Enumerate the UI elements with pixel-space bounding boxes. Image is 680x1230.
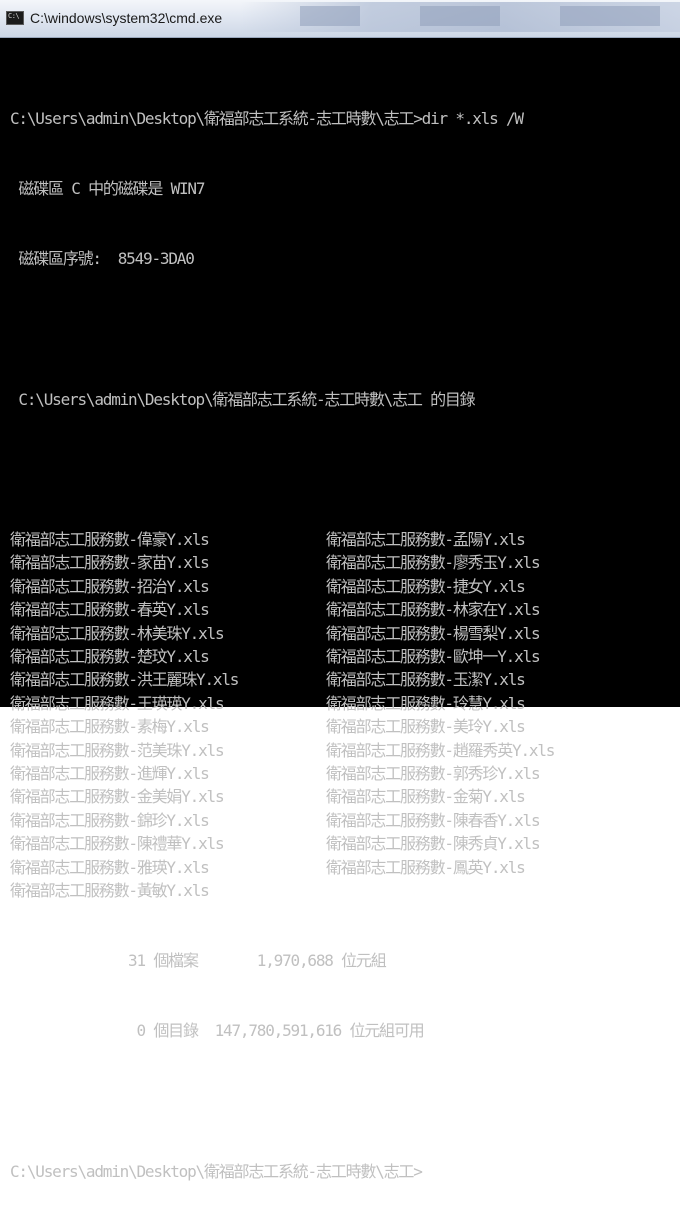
file-entry-right: 衛福部志工服務數-趙羅秀英Y.xls — [326, 740, 555, 760]
file-entry-right: 衛福部志工服務數-陳春香Y.xls — [326, 810, 541, 830]
file-entry-right: 衛福部志工服務數-玉潔Y.xls — [326, 670, 526, 690]
file-row: 衛福部志工服務數-素梅Y.xls 衛福部志工服務數-美玲Y.xls — [10, 715, 680, 738]
file-entry-right: 衛福部志工服務數-廖秀玉Y.xls — [326, 553, 541, 573]
file-entry-left: 衛福部志工服務數-楚玟Y.xls — [10, 646, 210, 666]
file-row: 衛福部志工服務數-招治Y.xls 衛福部志工服務數-捷女Y.xls — [10, 575, 680, 598]
summary-dirs-line: 0 個目錄 147,780,591,616 位元組可用 — [10, 1021, 424, 1041]
file-entry-left: 衛福部志工服務數-范美珠Y.xls — [10, 740, 225, 760]
file-row: 衛福部志工服務數-林美珠Y.xls 衛福部志工服務數-楊雪梨Y.xls — [10, 622, 680, 645]
file-entry-right: 衛福部志工服務數-陳秀貞Y.xls — [326, 834, 541, 854]
file-row: 衛福部志工服務數-偉豪Y.xls 衛福部志工服務數-孟陽Y.xls — [10, 528, 680, 551]
blurred-button — [420, 6, 500, 26]
file-row: 衛福部志工服務數-春英Y.xls 衛福部志工服務數-林家在Y.xls — [10, 598, 680, 621]
blurred-button — [300, 6, 360, 26]
file-entry-right: 衛福部志工服務數-郭秀珍Y.xls — [326, 763, 541, 783]
file-entry-left: 衛福部志工服務數-家苗Y.xls — [10, 553, 210, 573]
file-row: 衛福部志工服務數-黃敏Y.xls — [10, 879, 680, 902]
file-entry-right: 衛福部志工服務數-金菊Y.xls — [326, 787, 526, 807]
title-bar[interactable]: C:\ C:\windows\system32\cmd.exe — [0, 0, 680, 38]
file-row: 衛福部志工服務數-范美珠Y.xls 衛福部志工服務數-趙羅秀英Y.xls — [10, 739, 680, 762]
file-entry-left: 衛福部志工服務數-素梅Y.xls — [10, 717, 210, 737]
file-row: 衛福部志工服務數-楚玟Y.xls 衛福部志工服務數-歐坤一Y.xls — [10, 645, 680, 668]
file-row: 衛福部志工服務數-雅瑛Y.xls 衛福部志工服務數-鳳英Y.xls — [10, 856, 680, 879]
file-list: 衛福部志工服務數-偉豪Y.xls 衛福部志工服務數-孟陽Y.xls 衛福部志工服務數… — [10, 528, 680, 902]
file-entry-right: 衛福部志工服務數-楊雪梨Y.xls — [326, 623, 541, 643]
console-output[interactable]: C:\Users\admin\Desktop\衛福部志工系統-志工時數\志工>d… — [10, 60, 680, 1181]
prompt-line: C:\Users\admin\Desktop\衛福部志工系統-志工時數\志工> — [10, 1161, 423, 1181]
file-row: 衛福部志工服務數-王瑛瑛Y.xls 衛福部志工服務數-玲慧Y.xls — [10, 692, 680, 715]
directory-header-line: C:\Users\admin\Desktop\衛福部志工系統-志工時數\志工 的… — [10, 389, 475, 409]
file-entry-right: 衛福部志工服務數-鳳英Y.xls — [326, 857, 526, 877]
file-row: 衛福部志工服務數-金美娟Y.xls 衛福部志工服務數-金菊Y.xls — [10, 785, 680, 808]
file-row: 衛福部志工服務數-陳禮華Y.xls 衛福部志工服務數-陳秀貞Y.xls — [10, 832, 680, 855]
cmd-app-icon[interactable]: C:\ — [6, 11, 24, 25]
file-row: 衛福部志工服務數-洪王麗珠Y.xls 衛福部志工服務數-玉潔Y.xls — [10, 668, 680, 691]
file-row: 衛福部志工服務數-進輝Y.xls 衛福部志工服務數-郭秀珍Y.xls — [10, 762, 680, 785]
cmd-window: C:\ C:\windows\system32\cmd.exe C:\Users… — [0, 0, 680, 1181]
file-entry-left: 衛福部志工服務數-洪王麗珠Y.xls — [10, 670, 239, 690]
file-entry-left: 衛福部志工服務數-黃敏Y.xls — [10, 880, 210, 900]
window-title: C:\windows\system32\cmd.exe — [30, 10, 223, 26]
file-entry-right: 衛福部志工服務數-美玲Y.xls — [326, 717, 526, 737]
volume-label-line: 磁碟區 C 中的磁碟是 WIN7 — [10, 179, 205, 199]
file-entry-right: 衛福部志工服務數-玲慧Y.xls — [326, 693, 526, 713]
file-entry-left: 衛福部志工服務數-春英Y.xls — [10, 600, 210, 620]
summary-files-line: 31 個檔案 1,970,688 位元組 — [10, 951, 387, 971]
file-entry-left: 衛福部志工服務數-王瑛瑛Y.xls — [10, 693, 225, 713]
file-entry-right: 衛福部志工服務數-歐坤一Y.xls — [326, 646, 541, 666]
file-entry-left: 衛福部志工服務數-林美珠Y.xls — [10, 623, 225, 643]
file-entry-left: 衛福部志工服務數-陳禮華Y.xls — [10, 834, 225, 854]
file-entry-left: 衛福部志工服務數-金美娟Y.xls — [10, 787, 225, 807]
volume-serial-line: 磁碟區序號: 8549-3DA0 — [10, 249, 194, 269]
command-line: C:\Users\admin\Desktop\衛福部志工系統-志工時數\志工>d… — [10, 108, 524, 128]
file-entry-left: 衛福部志工服務數-錦珍Y.xls — [10, 810, 210, 830]
file-entry-right: 衛福部志工服務數-林家在Y.xls — [326, 600, 541, 620]
file-row: 衛福部志工服務數-錦珍Y.xls 衛福部志工服務數-陳春香Y.xls — [10, 809, 680, 832]
file-entry-left: 衛福部志工服務數-進輝Y.xls — [10, 763, 210, 783]
cmd-icon-glyph: C:\ — [8, 12, 20, 20]
file-row: 衛福部志工服務數-家苗Y.xls 衛福部志工服務數-廖秀玉Y.xls — [10, 551, 680, 574]
file-entry-right: 衛福部志工服務數-捷女Y.xls — [326, 576, 526, 596]
file-entry-left: 衛福部志工服務數-雅瑛Y.xls — [10, 857, 210, 877]
file-entry-left: 衛福部志工服務數-偉豪Y.xls — [10, 530, 210, 550]
file-entry-left: 衛福部志工服務數-招治Y.xls — [10, 576, 210, 596]
blurred-button — [560, 6, 660, 26]
file-entry-right: 衛福部志工服務數-孟陽Y.xls — [326, 530, 526, 550]
